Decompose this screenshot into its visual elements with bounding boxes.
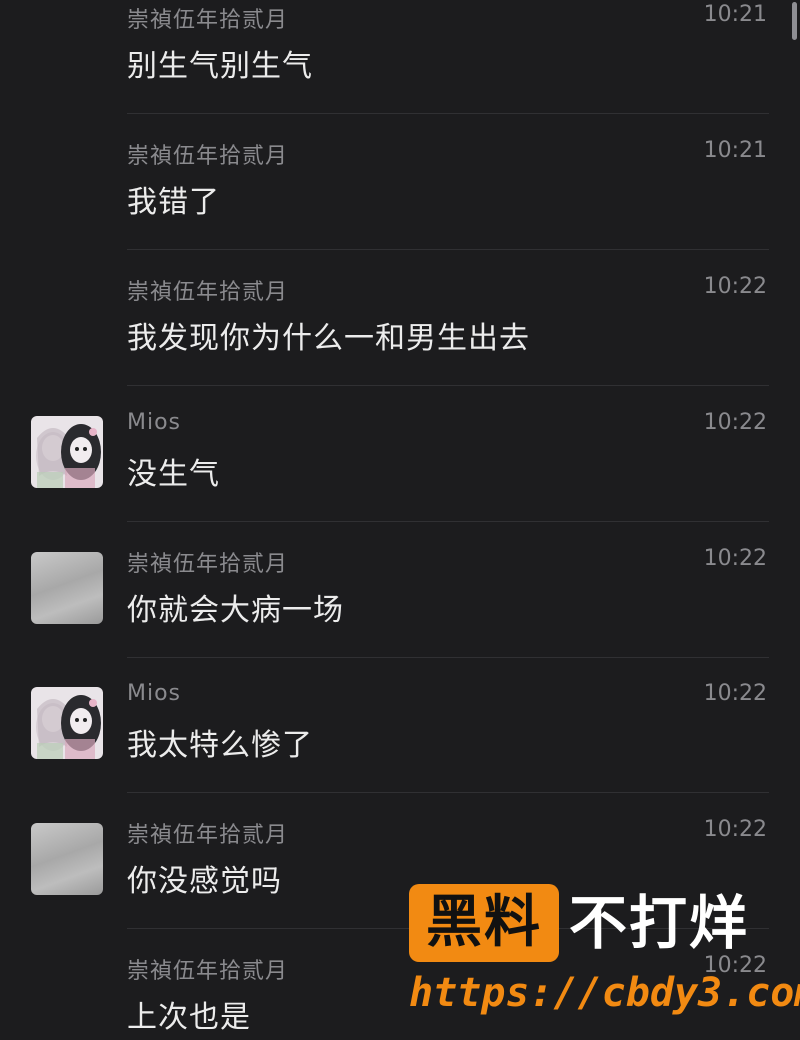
chat-screen: 崇禎伍年拾贰月 10:21 别生气别生气 崇禎伍年拾贰月 10:21 我错了 崇…: [0, 0, 800, 1040]
message-time: 10:22: [703, 817, 767, 842]
anime-girls-avatar-icon: [31, 416, 103, 488]
watermark-badge: 黑料: [409, 884, 559, 962]
message-sender: 崇禎伍年拾贰月: [127, 552, 289, 577]
watermark-tagline: 不打烊: [569, 889, 750, 957]
watermark: 黑料 不打烊 https://cbdy3.com: [409, 880, 800, 1020]
message-divider: [127, 113, 769, 114]
message-text: 我太特么惨了: [127, 728, 313, 763]
message-time: 10:22: [703, 681, 767, 706]
message-time: 10:22: [703, 410, 767, 435]
message-sender: Mios: [127, 410, 182, 435]
message-sender: Mios: [127, 681, 182, 706]
anime-girls-avatar-icon: [31, 687, 103, 759]
message-sender: 崇禎伍年拾贰月: [127, 959, 289, 984]
message-row[interactable]: 崇禎伍年拾贰月 10:21 我错了: [0, 132, 800, 268]
message-time: 10:21: [703, 2, 767, 27]
avatar-mios[interactable]: [31, 687, 103, 759]
avatar-mios[interactable]: [31, 416, 103, 488]
message-sender: 崇禎伍年拾贰月: [127, 823, 289, 848]
message-divider: [127, 249, 769, 250]
message-text: 没生气: [127, 457, 220, 492]
message-divider: [127, 792, 769, 793]
message-sender: 崇禎伍年拾贰月: [127, 144, 289, 169]
message-divider: [127, 521, 769, 522]
message-row[interactable]: 崇禎伍年拾贰月 10:21 别生气别生气: [0, 0, 800, 132]
message-text: 上次也是: [127, 1000, 251, 1035]
message-divider: [127, 385, 769, 386]
message-text: 你就会大病一场: [127, 593, 344, 628]
message-sender: 崇禎伍年拾贰月: [127, 8, 289, 33]
message-text: 别生气别生气: [127, 49, 313, 84]
watermark-url: https://cbdy3.com: [409, 970, 800, 1016]
message-row[interactable]: Mios 10:22 没生气: [0, 404, 800, 540]
message-time: 10:21: [703, 138, 767, 163]
scrollbar[interactable]: [792, 2, 797, 40]
message-time: 10:22: [703, 274, 767, 299]
message-row[interactable]: Mios 10:22 我太特么惨了: [0, 675, 800, 811]
message-sender: 崇禎伍年拾贰月: [127, 280, 289, 305]
message-divider: [127, 657, 769, 658]
avatar-gray[interactable]: [31, 552, 103, 624]
message-text: 我发现你为什么一和男生出去: [127, 321, 530, 356]
message-text: 我错了: [127, 185, 220, 220]
message-row[interactable]: 崇禎伍年拾贰月 10:22 你就会大病一场: [0, 540, 800, 676]
avatar-gray[interactable]: [31, 823, 103, 895]
message-row[interactable]: 崇禎伍年拾贰月 10:22 我发现你为什么一和男生出去: [0, 268, 800, 404]
message-time: 10:22: [703, 546, 767, 571]
message-text: 你没感觉吗: [127, 864, 282, 899]
